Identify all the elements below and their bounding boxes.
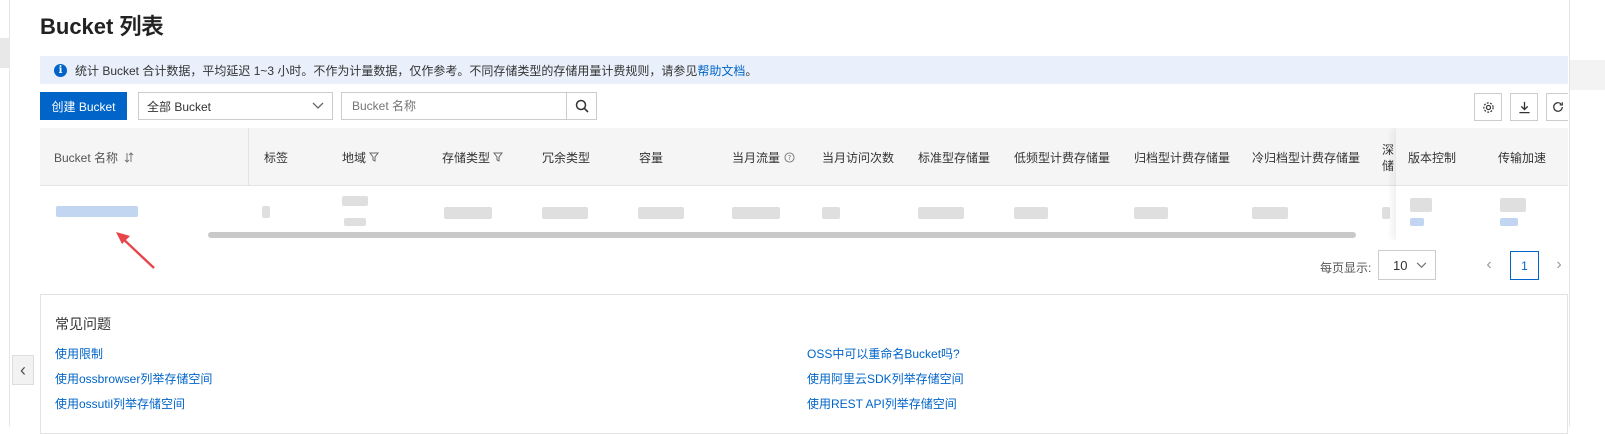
right-panel-bar (1570, 60, 1605, 90)
chevron-right-icon: › (1556, 256, 1562, 273)
refresh-icon (1552, 102, 1563, 112)
toolbar: 创建 Bucket 全部 Bucket (40, 92, 597, 120)
horizontal-scrollbar[interactable] (208, 232, 1356, 238)
redacted-cell (1500, 198, 1526, 212)
notice-text: 统计 Bucket 合计数据，平均延迟 1~3 小时。不作为计量数据，仅作参考。… (75, 63, 698, 78)
column-storage-class[interactable]: 存储类型 (442, 128, 504, 186)
collapse-sidebar-button[interactable]: ‹ (12, 355, 34, 385)
redacted-cell (1252, 207, 1288, 219)
faq-link[interactable]: 使用ossutil列举存储空间 (55, 395, 185, 412)
column-redundancy: 冗余类型 (542, 150, 591, 165)
chevron-left-icon: ‹ (20, 359, 26, 380)
redacted-cell (542, 207, 588, 219)
faq-title: 常见问题 (55, 316, 111, 332)
faq-link[interactable]: 使用限制 (55, 345, 103, 362)
column-transfer-acceleration: 传输加速 (1498, 150, 1547, 165)
page-size-select[interactable]: 10 (1378, 250, 1436, 280)
redacted-cell (444, 207, 492, 219)
redacted-cell (1134, 207, 1168, 219)
sort-icon[interactable] (124, 151, 134, 163)
fixed-columns: 版本控制 传输加速 (1396, 128, 1568, 240)
redacted-cell (918, 207, 964, 219)
filter-icon[interactable] (369, 152, 380, 162)
create-bucket-button[interactable]: 创建 Bucket (40, 92, 127, 120)
left-panel-band (0, 38, 10, 68)
bucket-table: Bucket 名称 标签 地域 存储类型 冗余类型 容量 当月流量 ? 当月访问… (40, 128, 1568, 240)
bucket-search-input[interactable] (342, 93, 566, 119)
chevron-down-icon (1416, 261, 1427, 268)
bucket-search (341, 92, 597, 120)
annotation-arrow-icon (116, 232, 155, 269)
redacted-cell (1382, 207, 1390, 219)
next-page-button[interactable]: › (1550, 252, 1568, 278)
redacted-cell (344, 218, 366, 226)
filter-icon[interactable] (493, 152, 504, 162)
page-size-label: 每页显示: (1320, 261, 1372, 275)
column-versioning: 版本控制 (1408, 150, 1457, 165)
chevron-down-icon (312, 102, 324, 109)
gear-icon (1482, 101, 1494, 113)
column-archive-storage: 归档型计费存储量 (1134, 150, 1231, 165)
faq-link[interactable]: 使用阿里云SDK列举存储空间 (807, 370, 964, 387)
column-bucket-name[interactable]: Bucket 名称 (54, 128, 134, 186)
help-doc-link[interactable]: 帮助文档 (697, 62, 745, 79)
left-panel-edge (0, 0, 10, 426)
fixed-header: 版本控制 传输加速 (1396, 128, 1568, 186)
redacted-cell (262, 206, 270, 218)
notice-suffix: 。 (745, 63, 758, 78)
question-circle-icon[interactable]: ? (784, 151, 795, 163)
redacted-link[interactable] (1410, 218, 1424, 226)
column-monthly-requests: 当月访问次数 (822, 150, 895, 165)
refresh-button[interactable] (1546, 93, 1568, 121)
column-tags: 标签 (264, 150, 289, 165)
bucket-filter-select[interactable]: 全部 Bucket (138, 92, 333, 120)
current-page[interactable]: 1 (1510, 251, 1539, 280)
redacted-cell (638, 207, 684, 219)
column-region[interactable]: 地域 (342, 128, 380, 186)
column-label: 地域 (342, 150, 367, 165)
bucket-name-link[interactable] (56, 206, 138, 217)
column-label: Bucket 名称 (54, 150, 119, 165)
column-label: 存储类型 (442, 150, 491, 165)
download-icon (1518, 101, 1530, 113)
column-standard-storage: 标准型存储量 (918, 150, 991, 165)
notice-banner: i 统计 Bucket 合计数据，平均延迟 1~3 小时。不作为计量数据，仅作参… (40, 56, 1568, 84)
search-button[interactable] (566, 93, 596, 119)
column-capacity: 容量 (639, 150, 664, 165)
faq-link[interactable]: 使用REST API列举存储空间 (807, 395, 957, 412)
faq-link[interactable]: OSS中可以重命名Bucket吗? (807, 345, 960, 362)
bucket-filter-value: 全部 Bucket (147, 99, 212, 114)
redacted-cell (732, 207, 780, 219)
info-icon: i (54, 63, 67, 77)
column-monthly-traffic: 当月流量 ? (732, 128, 795, 186)
column-label: 当月流量 (732, 150, 781, 165)
column-ia-storage: 低频型计费存储量 (1014, 150, 1111, 165)
chevron-left-icon: ‹ (1486, 256, 1492, 273)
prev-page-button[interactable]: ‹ (1478, 252, 1500, 278)
search-icon (575, 99, 589, 113)
page-size-value: 10 (1393, 257, 1408, 273)
faq-panel: 常见问题 使用限制 使用ossbrowser列举存储空间 使用ossutil列举… (40, 294, 1568, 434)
faq-link[interactable]: 使用ossbrowser列举存储空间 (55, 370, 212, 387)
redacted-cell (822, 207, 840, 219)
page-title: Bucket 列表 (40, 14, 164, 39)
redacted-cell (1410, 198, 1432, 212)
download-button[interactable] (1510, 93, 1538, 121)
settings-button[interactable] (1474, 93, 1502, 121)
svg-text:?: ? (788, 153, 792, 161)
table-header: Bucket 名称 标签 地域 存储类型 冗余类型 容量 当月流量 ? 当月访问… (40, 128, 1568, 186)
redacted-cell (342, 196, 368, 206)
redacted-link[interactable] (1500, 218, 1518, 226)
redacted-cell (1014, 207, 1048, 219)
column-cold-archive-storage: 冷归档型计费存储量 (1252, 150, 1361, 165)
right-panel-edge (1569, 0, 1605, 426)
